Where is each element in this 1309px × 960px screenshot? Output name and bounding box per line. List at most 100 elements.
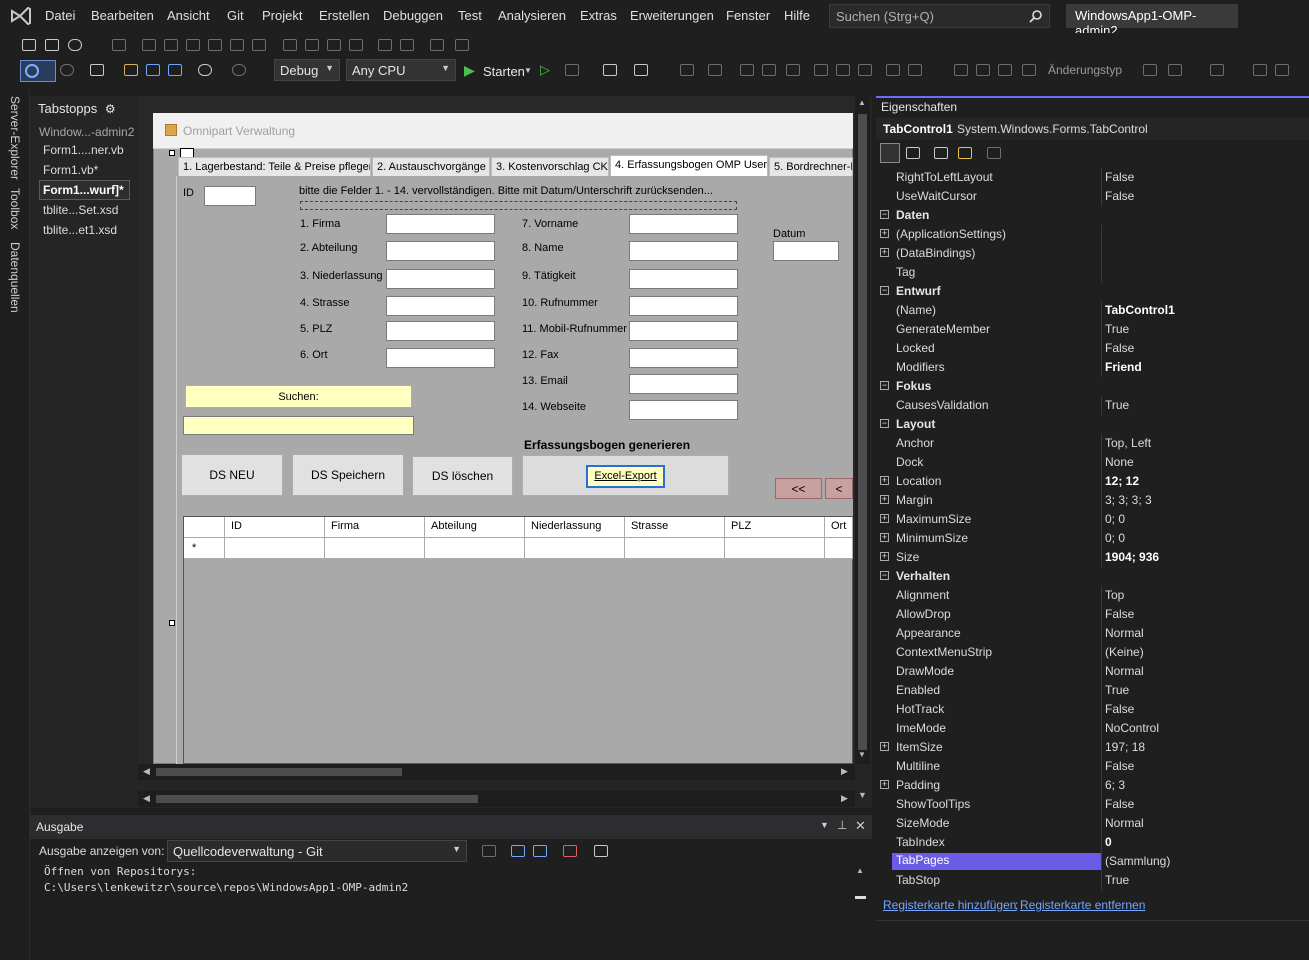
- forward-arrow-icon[interactable]: [60, 64, 74, 76]
- index-icon[interactable]: [1275, 64, 1289, 76]
- grid-column-header[interactable]: Strasse: [625, 517, 725, 538]
- menu-git[interactable]: Git: [227, 8, 244, 23]
- property-row[interactable]: AllowDrop False: [876, 605, 1309, 624]
- configuration-select[interactable]: Debug ▼: [274, 59, 340, 81]
- property-row[interactable]: Dock None: [876, 453, 1309, 472]
- word-wrap-icon[interactable]: [594, 845, 608, 857]
- collapse-icon[interactable]: −: [880, 571, 889, 580]
- resize-handle[interactable]: [169, 620, 175, 626]
- add-tab-link[interactable]: Registerkarte hinzufügen: [883, 898, 1016, 912]
- grid-column-header[interactable]: Firma: [325, 517, 425, 538]
- strasse-input[interactable]: [386, 296, 495, 316]
- grid-column-header[interactable]: ID: [225, 517, 325, 538]
- scroll-down-icon[interactable]: ▼: [858, 790, 867, 800]
- keyboard-icon[interactable]: [680, 64, 694, 76]
- property-category[interactable]: − Layout: [876, 415, 1309, 434]
- property-row[interactable]: Multiline False: [876, 757, 1309, 776]
- property-category[interactable]: − Fokus: [876, 377, 1309, 396]
- new-project-icon[interactable]: [90, 64, 104, 76]
- search-input[interactable]: [183, 416, 414, 435]
- property-value[interactable]: True: [1105, 683, 1129, 697]
- expand-icon[interactable]: +: [880, 248, 889, 257]
- bring-to-front-icon[interactable]: [430, 39, 444, 51]
- layout-icon[interactable]: [634, 64, 648, 76]
- property-row[interactable]: SizeMode Normal: [876, 814, 1309, 833]
- grid-column-header[interactable]: PLZ: [725, 517, 825, 538]
- resize-handle[interactable]: [169, 150, 175, 156]
- align-tops-icon[interactable]: [814, 64, 828, 76]
- property-value[interactable]: 1904; 936: [1105, 550, 1159, 564]
- property-row[interactable]: UseWaitCursor False: [876, 187, 1309, 206]
- property-pages-icon[interactable]: [987, 147, 1001, 159]
- property-row[interactable]: + Size 1904; 936: [876, 548, 1309, 567]
- horizontal-spacing-icon[interactable]: [886, 64, 900, 76]
- solution-explorer-icon[interactable]: [603, 64, 617, 76]
- next-message-icon[interactable]: [533, 845, 547, 857]
- niederlassung-input[interactable]: [386, 269, 495, 289]
- menu-ansicht[interactable]: Ansicht: [167, 8, 210, 23]
- tab-order-icon[interactable]: [708, 64, 722, 76]
- find-message-icon[interactable]: [482, 845, 496, 857]
- property-value[interactable]: NoControl: [1105, 721, 1159, 735]
- align-middles-icon[interactable]: [836, 64, 850, 76]
- menu-datei[interactable]: Datei: [45, 8, 75, 23]
- grid-column-header[interactable]: Niederlassung: [525, 517, 625, 538]
- format-icon[interactable]: [112, 39, 126, 51]
- project-node[interactable]: Window...-admin2: [39, 125, 134, 139]
- align-left-icon[interactable]: [142, 39, 156, 51]
- property-row[interactable]: TabIndex 0: [876, 833, 1309, 852]
- property-row[interactable]: Modifiers Friend: [876, 358, 1309, 377]
- doc-item[interactable]: tblite...et1.xsd: [43, 223, 117, 237]
- menu-fenster[interactable]: Fenster: [726, 8, 770, 23]
- property-row[interactable]: + MinimumSize 0; 0: [876, 529, 1309, 548]
- start-button[interactable]: ▶ Starten ▼: [462, 62, 532, 80]
- schema-icon[interactable]: [1143, 64, 1157, 76]
- collapse-icon[interactable]: −: [880, 210, 889, 219]
- property-value[interactable]: True: [1105, 873, 1129, 887]
- property-row[interactable]: ShowToolTips False: [876, 795, 1309, 814]
- ort-input[interactable]: [386, 348, 495, 368]
- designer-vertical-scrollbar[interactable]: ▲ ▼: [855, 96, 870, 764]
- property-value[interactable]: False: [1105, 759, 1134, 773]
- gear-icon[interactable]: [68, 39, 82, 51]
- grid-cell[interactable]: [225, 538, 325, 559]
- date-input[interactable]: [773, 241, 839, 261]
- property-row[interactable]: Appearance Normal: [876, 624, 1309, 643]
- grid-cell[interactable]: [325, 538, 425, 559]
- property-row[interactable]: Tag: [876, 263, 1309, 282]
- grid-cell[interactable]: [825, 538, 853, 559]
- property-value[interactable]: Normal: [1105, 816, 1144, 830]
- webseite-input[interactable]: [629, 400, 738, 420]
- fax-input[interactable]: [629, 348, 738, 368]
- align-rights-icon[interactable]: [786, 64, 800, 76]
- property-row[interactable]: DrawMode Normal: [876, 662, 1309, 681]
- align-top-icon[interactable]: [208, 39, 222, 51]
- align-lefts-icon[interactable]: [740, 64, 754, 76]
- property-row[interactable]: HotTrack False: [876, 700, 1309, 719]
- size-to-grid-icon[interactable]: [349, 39, 363, 51]
- sql-icon[interactable]: [998, 64, 1012, 76]
- property-value[interactable]: 3; 3; 3; 3: [1105, 493, 1152, 507]
- property-row[interactable]: + Padding 6; 3: [876, 776, 1309, 795]
- same-height-icon[interactable]: [305, 39, 319, 51]
- vertical-spacing-icon[interactable]: [908, 64, 922, 76]
- align-bottom-icon[interactable]: [252, 39, 266, 51]
- open-folder-icon[interactable]: [124, 64, 138, 76]
- property-value[interactable]: (Sammlung): [1105, 854, 1170, 868]
- expand-icon[interactable]: +: [880, 533, 889, 542]
- expand-icon[interactable]: +: [880, 229, 889, 238]
- events-icon[interactable]: [958, 147, 972, 159]
- menu-extras[interactable]: Extras: [580, 8, 617, 23]
- grid-cell[interactable]: [625, 538, 725, 559]
- property-row[interactable]: + Margin 3; 3; 3; 3: [876, 491, 1309, 510]
- property-value[interactable]: Normal: [1105, 664, 1144, 678]
- source-control-icon[interactable]: [22, 39, 36, 51]
- id-field[interactable]: [204, 186, 256, 206]
- align-centers-icon[interactable]: [762, 64, 776, 76]
- menu-analysieren[interactable]: Analysieren: [498, 8, 566, 23]
- property-row[interactable]: (Name) TabControl1: [876, 301, 1309, 320]
- property-row[interactable]: Alignment Top: [876, 586, 1309, 605]
- property-row[interactable]: Anchor Top, Left: [876, 434, 1309, 453]
- align-bottoms-icon[interactable]: [858, 64, 872, 76]
- property-category[interactable]: − Verhalten: [876, 567, 1309, 586]
